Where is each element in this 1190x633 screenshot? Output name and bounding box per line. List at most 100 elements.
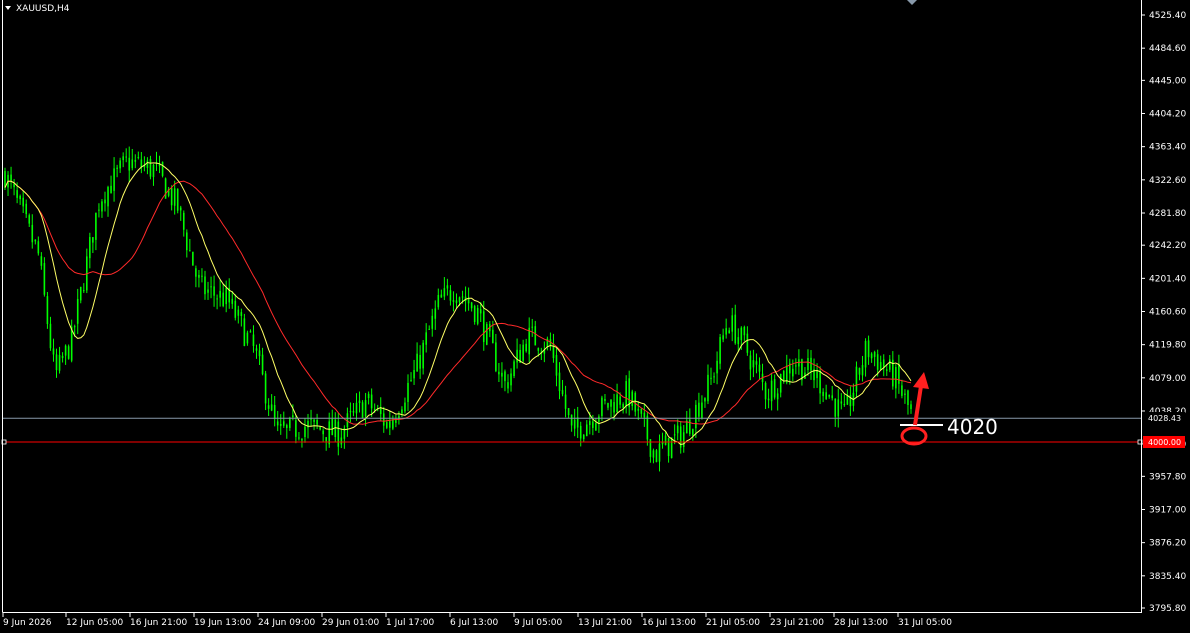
x-tick-label: 29 Jun 01:00	[322, 618, 379, 628]
candle-body	[470, 302, 473, 309]
y-tick-label: 4363.40	[1149, 143, 1186, 153]
candle-body	[137, 157, 140, 159]
candle-body	[701, 402, 703, 419]
candle-body	[685, 420, 688, 434]
candle-body	[698, 402, 700, 417]
candle-body	[273, 405, 276, 419]
candle-body	[355, 402, 358, 414]
candle-body	[361, 402, 364, 419]
candle-body	[482, 311, 485, 342]
candle-body	[779, 373, 782, 393]
candle-body	[204, 276, 206, 295]
candle-body	[555, 355, 558, 376]
candle-body	[189, 250, 191, 252]
price-chart[interactable]: 4020 XAUUSD,H4 4525.40 4484.60 4445.00 4404…	[0, 0, 1190, 633]
candle-body	[76, 298, 79, 324]
candle-body	[437, 295, 440, 308]
candle-body	[604, 398, 606, 401]
candle-body	[258, 350, 261, 357]
candle-body	[70, 326, 73, 361]
candle-body	[122, 156, 124, 161]
y-tick-label: 4525.40	[1149, 11, 1186, 21]
candle-body	[425, 332, 427, 345]
candle-body	[79, 286, 82, 301]
candle-body	[749, 355, 752, 370]
candle-body	[276, 421, 279, 426]
candle-body	[325, 437, 327, 442]
candle-body	[37, 241, 40, 254]
candle-body	[537, 348, 540, 351]
candle-body	[904, 393, 906, 395]
candle-body	[752, 360, 755, 368]
candle-body	[301, 439, 303, 441]
candle-body	[898, 364, 900, 384]
candle-body	[901, 385, 903, 396]
symbol-label: XAUUSD,H4	[16, 4, 70, 14]
candle-body	[210, 286, 212, 288]
candle-body	[119, 160, 121, 169]
candle-body	[55, 354, 58, 371]
x-tick-label: 1 Jul 17:00	[386, 618, 435, 628]
candle-body	[379, 407, 382, 415]
candle-body	[607, 402, 609, 408]
candle-body	[392, 419, 394, 429]
candle-body	[576, 417, 579, 428]
candle-body	[349, 411, 352, 413]
candle-body	[34, 239, 37, 242]
candle-body	[149, 159, 152, 177]
candle-body	[337, 421, 340, 447]
y-tick-label: 3835.40	[1149, 572, 1186, 582]
candle-body	[161, 161, 164, 176]
candle-body	[234, 300, 237, 318]
candle-body	[298, 437, 300, 439]
candle-body	[867, 340, 870, 358]
candle-body	[531, 326, 534, 328]
candle-body	[610, 399, 612, 407]
candle-body	[73, 326, 76, 328]
candle-body	[64, 345, 67, 356]
candle-body	[858, 367, 861, 375]
candle-body	[810, 357, 812, 371]
x-tick-label: 19 Jun 13:00	[194, 618, 251, 628]
candle-body	[692, 428, 694, 436]
x-tick-label: 24 Jun 09:00	[258, 618, 315, 628]
candle-body	[910, 404, 912, 410]
candle-body	[652, 450, 655, 458]
candle-body	[140, 159, 143, 168]
candle-body	[340, 437, 343, 445]
candle-body	[249, 331, 252, 333]
candle-body	[755, 361, 758, 365]
candle-body	[152, 164, 155, 178]
y-tick-label: 4119.80	[1149, 341, 1186, 351]
candle-body	[370, 394, 373, 409]
candle-body	[646, 415, 649, 440]
candle-body	[622, 404, 624, 408]
x-tick-label: 16 Jun 21:00	[130, 618, 187, 628]
candle-body	[446, 285, 449, 289]
candle-body	[213, 286, 215, 296]
candle-body	[825, 392, 827, 400]
candle-body	[128, 157, 131, 171]
x-tick-label: 6 Jul 13:00	[450, 618, 499, 628]
candle-body	[716, 360, 718, 374]
candle-body	[625, 381, 627, 407]
candle-body	[16, 190, 18, 198]
candle-body	[798, 359, 800, 367]
candle-body	[364, 400, 367, 417]
candle-body	[510, 373, 512, 386]
candle-body	[592, 421, 594, 428]
candle-body	[407, 382, 409, 403]
candle-body	[25, 203, 28, 215]
candle-body	[634, 392, 637, 412]
candle-body	[104, 199, 106, 204]
candle-body	[10, 174, 12, 182]
candle-body	[28, 215, 31, 224]
candle-body	[92, 237, 94, 243]
candle-body	[419, 354, 421, 369]
candle-body	[49, 323, 52, 349]
candle-body	[513, 361, 515, 377]
y-tick-label: 3876.20	[1149, 539, 1186, 549]
candle-body	[101, 201, 103, 212]
candle-body	[82, 290, 85, 292]
candle-body	[782, 371, 785, 382]
